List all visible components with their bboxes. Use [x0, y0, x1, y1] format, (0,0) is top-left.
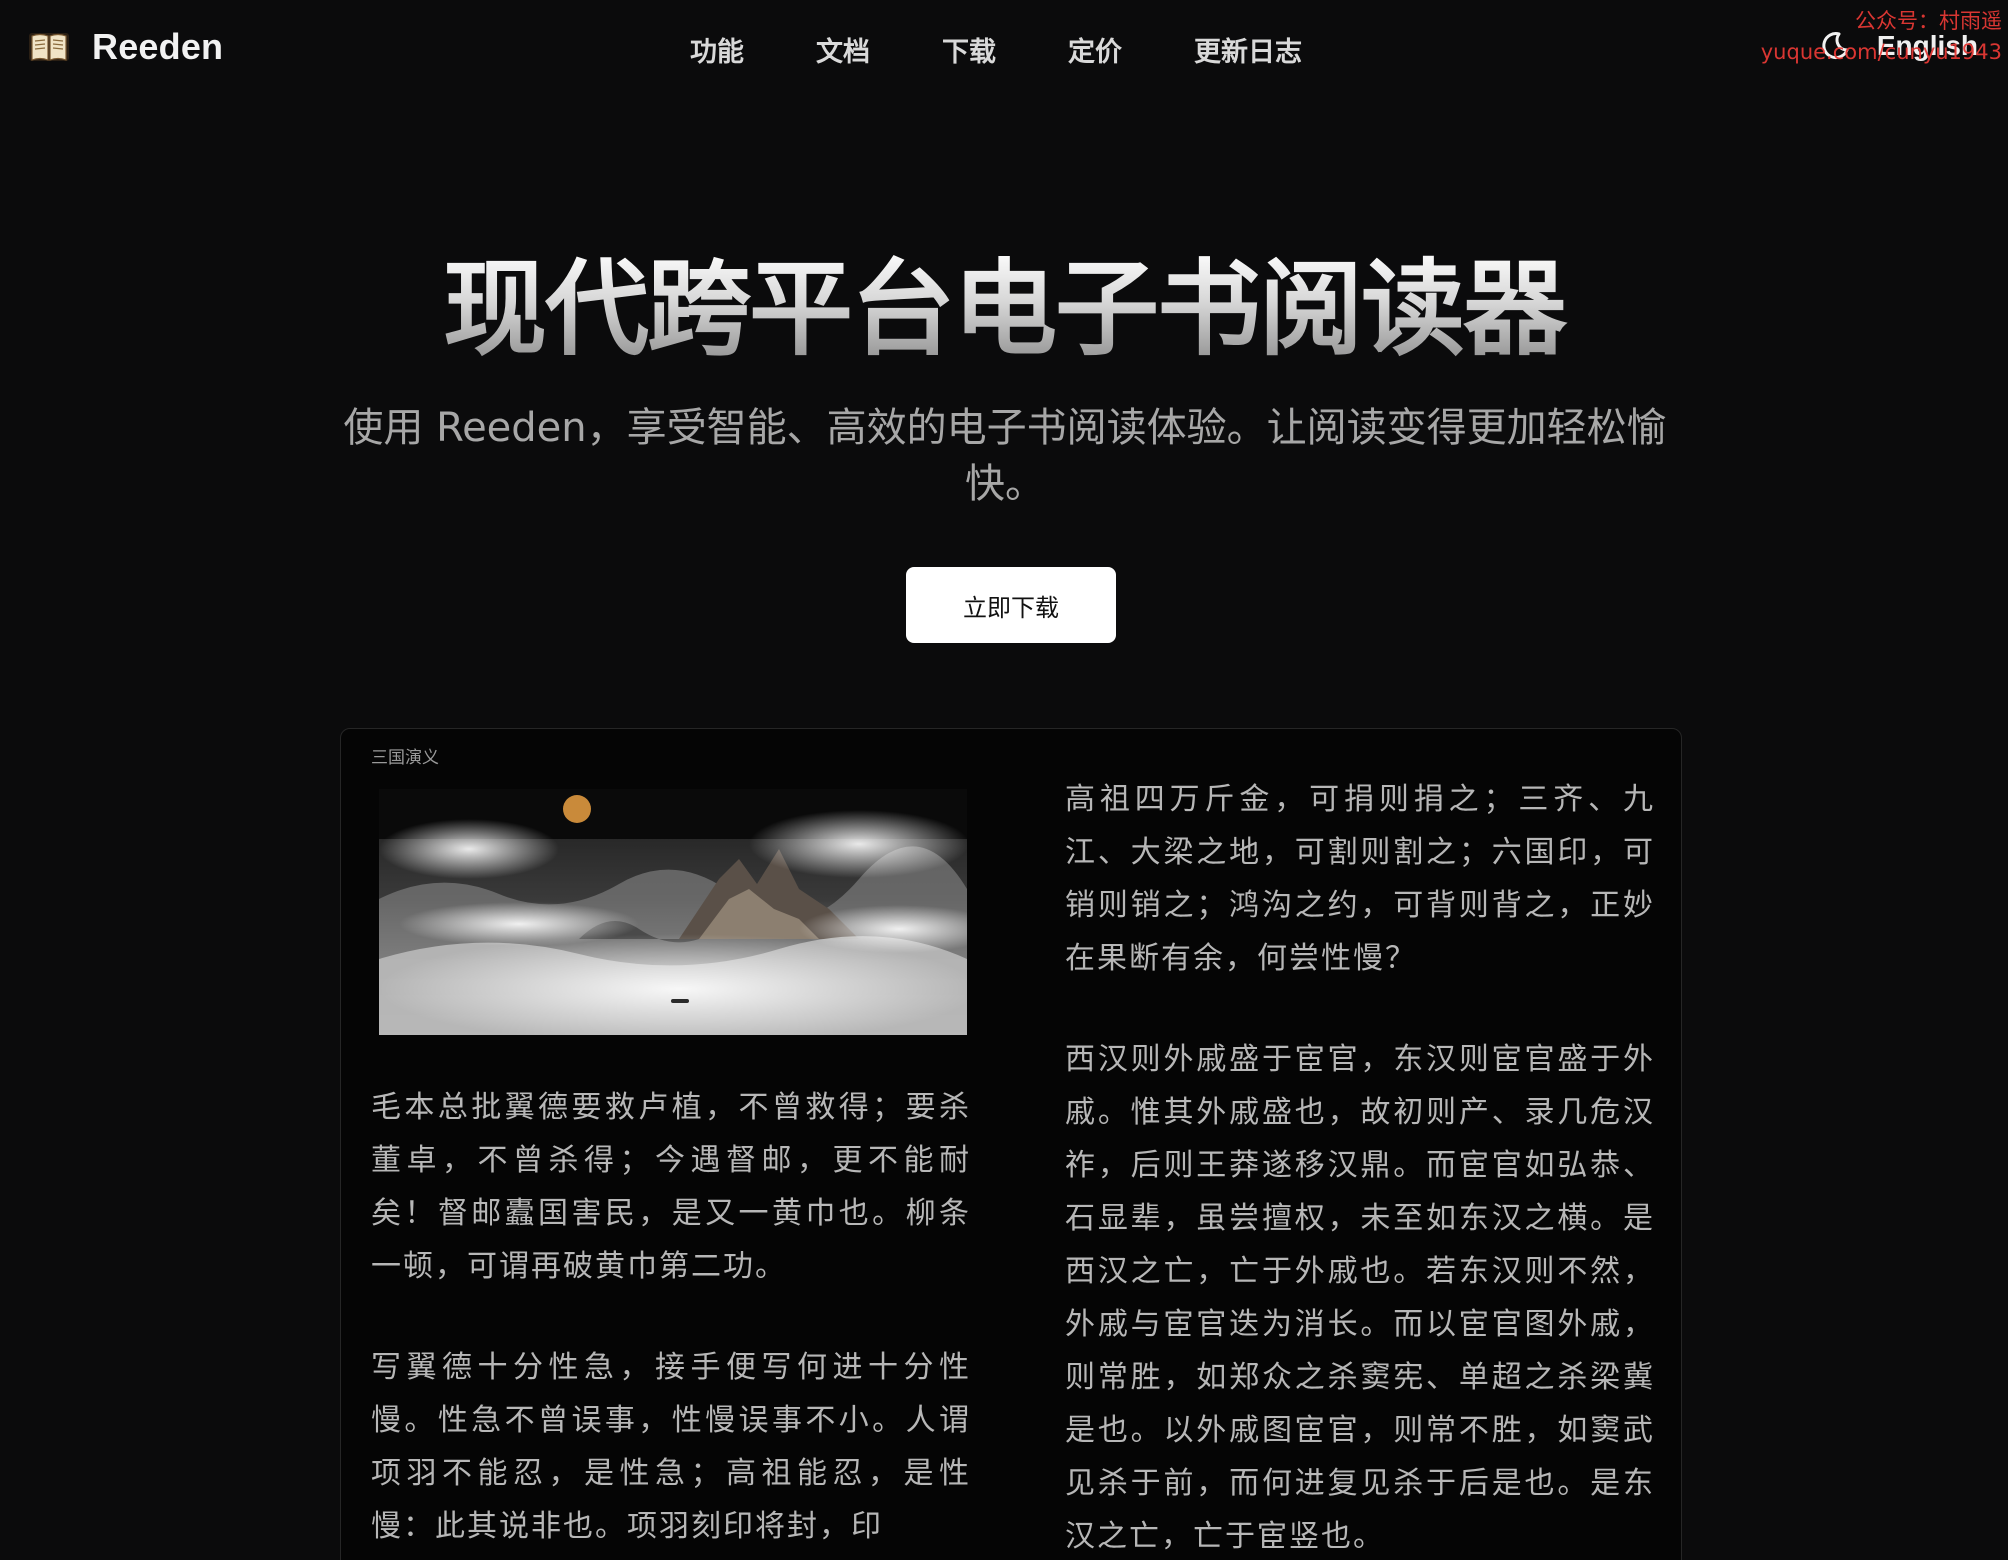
ink-mountain-illustration — [379, 789, 999, 1044]
main-nav: 功能 文档 下载 定价 更新日志 — [690, 30, 1302, 69]
open-book-icon — [28, 30, 70, 64]
nav-actions: English — [1819, 30, 1978, 62]
nav-item-download[interactable]: 下载 — [942, 30, 996, 69]
hero-subtitle: 使用 Reeden，享受智能、高效的电子书阅读体验。让阅读变得更加轻松愉快。 — [343, 405, 1667, 507]
brand-name: Reeden — [92, 26, 224, 67]
nav-item-docs[interactable]: 文档 — [816, 30, 870, 69]
book-title: 三国演义 — [371, 748, 439, 768]
reader-paragraph: 写翼德十分性急，接手便写何进十分性慢。性急不曾误事，性慢误事不小。人谓项羽不能忍… — [371, 1350, 971, 1544]
reader-paragraph: 西汉则外戚盛于宦官，东汉则宦官盛于外戚。惟其外戚盛也，故初则产、录几危汉祚，后则… — [1065, 1042, 1655, 1554]
reader-paragraph: 高祖四万斤金，可捐则捐之；三齐、九江、大梁之地，可割则割之；六国印，可销则销之；… — [1065, 782, 1655, 976]
reader-paragraph: 毛本总批翼德要救卢植，不曾救得；要杀董卓，不曾杀得；今遇督邮，更不能耐矣！督邮蠹… — [371, 1090, 971, 1284]
brand-link[interactable]: Reeden — [28, 26, 223, 68]
theme-toggle-button[interactable] — [1819, 30, 1851, 62]
reader-preview: 三国演义 毛本总批翼德要救卢植，不曾救得；要杀董卓，不曾杀得；今遇督邮，更不能耐… — [340, 728, 1682, 1560]
nav-item-changelog[interactable]: 更新日志 — [1194, 30, 1302, 69]
page: Reeden 功能 文档 下载 定价 更新日志 English 公众号：村雨遥 … — [0, 0, 2008, 1560]
download-now-button[interactable]: 立即下载 — [906, 567, 1116, 643]
language-switch-button[interactable]: English — [1877, 30, 1978, 62]
moon-icon — [1819, 32, 1851, 65]
hero-title: 现代跨平台电子书阅读器 — [0, 248, 2008, 370]
nav-item-features[interactable]: 功能 — [690, 30, 744, 69]
reader-right-column: 高祖四万斤金，可捐则捐之；三齐、九江、大梁之地，可割则割之；六国印，可销则销之；… — [1065, 773, 1655, 1560]
nav-item-pricing[interactable]: 定价 — [1068, 30, 1122, 69]
reader-left-column: 毛本总批翼德要救卢植，不曾救得；要杀董卓，不曾杀得；今遇督邮，更不能耐矣！督邮蠹… — [371, 1081, 971, 1560]
top-navbar: Reeden 功能 文档 下载 定价 更新日志 English 公众号：村雨遥 … — [0, 0, 2008, 104]
